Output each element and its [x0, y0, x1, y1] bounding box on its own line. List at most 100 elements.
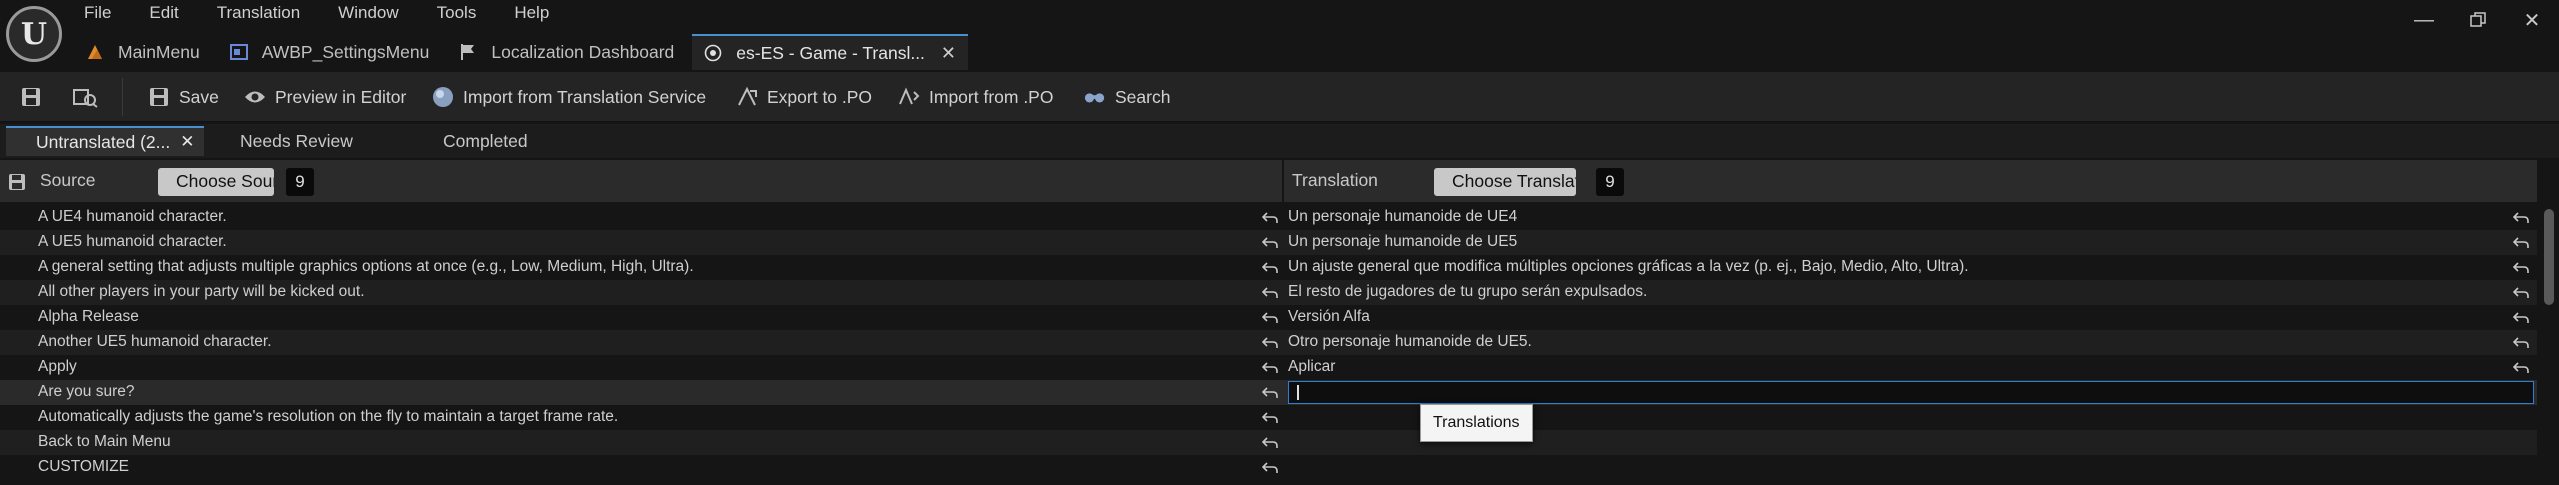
table-row[interactable]: Alpha Release Versión Alfa [0, 305, 2537, 330]
browse-icon[interactable] [70, 82, 100, 112]
export-po-button[interactable]: Export to .PO [736, 80, 872, 114]
table-row[interactable]: CUSTOMIZE [0, 455, 2537, 480]
revert-icon[interactable] [2512, 309, 2530, 327]
close-window-icon[interactable]: ✕ [2505, 0, 2559, 40]
revert-icon[interactable] [2512, 284, 2530, 302]
revert-icon[interactable] [1261, 284, 1279, 302]
doc-tab-label: MainMenu [118, 41, 200, 62]
revert-icon[interactable] [1261, 209, 1279, 227]
widget-blueprint-icon [229, 43, 248, 61]
source-cell: Alpha Release [38, 308, 139, 325]
save-icon[interactable] [6, 171, 28, 193]
revert-icon[interactable] [1261, 384, 1279, 402]
revert-icon[interactable] [1261, 259, 1279, 277]
menu-help[interactable]: Help [514, 0, 549, 30]
revert-icon[interactable] [1261, 434, 1279, 452]
table-row[interactable]: A general setting that adjusts multiple … [0, 255, 2537, 280]
preview-in-editor-button[interactable]: Preview in Editor [244, 80, 406, 114]
toolbar-separator [122, 78, 123, 116]
menu-bar: File Edit Translation Window Tools Help [84, 0, 587, 30]
translation-cell[interactable]: Un personaje humanoide de UE5 [1288, 233, 1517, 251]
source-column-header: Source Choose Source Font 9 [0, 160, 1282, 202]
level-icon [86, 43, 104, 61]
revert-icon[interactable] [1261, 409, 1279, 427]
import-po-button[interactable]: Import from .PO [898, 80, 1053, 114]
table-row[interactable]: A UE4 humanoid character. Un personaje h… [0, 205, 2537, 230]
tab-completed[interactable]: Completed [443, 126, 528, 156]
table-row[interactable]: Back to Main Menu [0, 430, 2537, 455]
translation-cell[interactable]: Aplicar [1288, 358, 1335, 376]
source-cell: CUSTOMIZE [38, 458, 129, 475]
tab-untranslated[interactable]: Untranslated (2... ✕ [6, 126, 204, 156]
title-bar: U File Edit Translation Window Tools Hel… [0, 0, 2559, 70]
revert-icon[interactable] [2512, 334, 2530, 352]
doc-tab-mainmenu[interactable]: MainMenu [74, 34, 212, 70]
revert-icon[interactable] [1261, 459, 1279, 477]
translation-column-header: Translation Choose Translation Font 9 [1284, 160, 2537, 202]
close-tab-icon[interactable]: ✕ [941, 43, 956, 64]
source-cell: A general setting that adjusts multiple … [38, 258, 694, 275]
text-caret [1297, 385, 1299, 400]
restore-icon[interactable] [2451, 0, 2505, 40]
source-cell: Are you sure? [38, 383, 135, 400]
revert-icon[interactable] [1261, 334, 1279, 352]
revert-icon[interactable] [2512, 209, 2530, 227]
vertical-scrollbar[interactable] [2539, 205, 2559, 485]
menu-file[interactable]: File [84, 0, 111, 30]
source-cell: All other players in your party will be … [38, 283, 365, 300]
revert-icon[interactable] [1261, 359, 1279, 377]
table-row[interactable]: Automatically adjusts the game's resolut… [0, 405, 2537, 430]
tab-untranslated-label: Untranslated (2... [36, 131, 171, 152]
search-icon [1084, 86, 1106, 108]
table-row[interactable]: Apply Aplicar [0, 355, 2537, 380]
eye-icon [244, 86, 266, 108]
globe-icon [704, 44, 722, 62]
toolbar: Save Preview in Editor Import from Trans… [0, 72, 2559, 122]
search-button[interactable]: Search [1084, 80, 1170, 114]
menu-window[interactable]: Window [338, 0, 398, 30]
close-tab-icon[interactable]: ✕ [180, 132, 194, 152]
import-icon [898, 86, 920, 108]
revert-icon[interactable] [1261, 309, 1279, 327]
menu-translation[interactable]: Translation [217, 0, 300, 30]
doc-tab-translation-editor[interactable]: es-ES - Game - Transl... ✕ [692, 34, 969, 70]
import-translation-service-button[interactable]: Import from Translation Service [432, 80, 706, 114]
tab-needs-review[interactable]: Needs Review [240, 126, 353, 156]
menu-edit[interactable]: Edit [149, 0, 178, 30]
scrollbar-thumb[interactable] [2544, 209, 2554, 305]
translation-cell[interactable]: Un personaje humanoide de UE4 [1288, 208, 1517, 226]
save-button[interactable]: Save [148, 80, 219, 114]
revert-icon[interactable] [2512, 359, 2530, 377]
source-font-size[interactable]: 9 [286, 168, 314, 196]
menu-tools[interactable]: Tools [437, 0, 477, 30]
revert-icon[interactable] [2512, 259, 2530, 277]
doc-tab-label: es-ES - Game - Transl... [736, 42, 925, 63]
choose-translation-font-button[interactable]: Choose Translation Font [1434, 168, 1576, 196]
table-row-selected[interactable]: Are you sure? [0, 380, 2537, 405]
document-tabs: MainMenu AWBP_SettingsMenu Localization … [74, 34, 974, 70]
translation-font-size[interactable]: 9 [1596, 168, 1624, 196]
doc-tab-localization-dashboard[interactable]: Localization Dashboard [447, 34, 686, 70]
window-controls: — ✕ [2397, 0, 2559, 40]
translation-cell[interactable]: Otro personaje humanoide de UE5. [1288, 333, 1532, 351]
translation-edit-field[interactable] [1288, 381, 2534, 404]
export-icon [736, 86, 758, 108]
save-icon [148, 86, 170, 108]
translation-cell[interactable]: Versión Alfa [1288, 308, 1370, 326]
table-row[interactable]: A UE5 humanoid character. Un personaje h… [0, 230, 2537, 255]
unreal-logo-icon[interactable]: U [6, 6, 62, 62]
translation-cell[interactable]: Un ajuste general que modifica múltiples… [1288, 258, 1969, 276]
doc-tab-awbp-settingsmenu[interactable]: AWBP_SettingsMenu [218, 34, 442, 70]
translation-cell[interactable]: El resto de jugadores de tu grupo serán … [1288, 283, 1647, 301]
table-row[interactable]: Another UE5 humanoid character. Otro per… [0, 330, 2537, 355]
revert-icon[interactable] [2512, 234, 2530, 252]
save-all-icon[interactable] [16, 82, 46, 112]
source-cell: Apply [38, 358, 77, 375]
revert-icon[interactable] [1261, 234, 1279, 252]
source-cell: Automatically adjusts the game's resolut… [38, 408, 619, 425]
minimize-icon[interactable]: — [2397, 0, 2451, 40]
choose-source-font-button[interactable]: Choose Source Font [158, 168, 274, 196]
filter-tabs: Untranslated (2... ✕ Needs Review Comple… [0, 124, 2559, 158]
table-row[interactable]: All other players in your party will be … [0, 280, 2537, 305]
export-po-label: Export to .PO [767, 86, 873, 107]
